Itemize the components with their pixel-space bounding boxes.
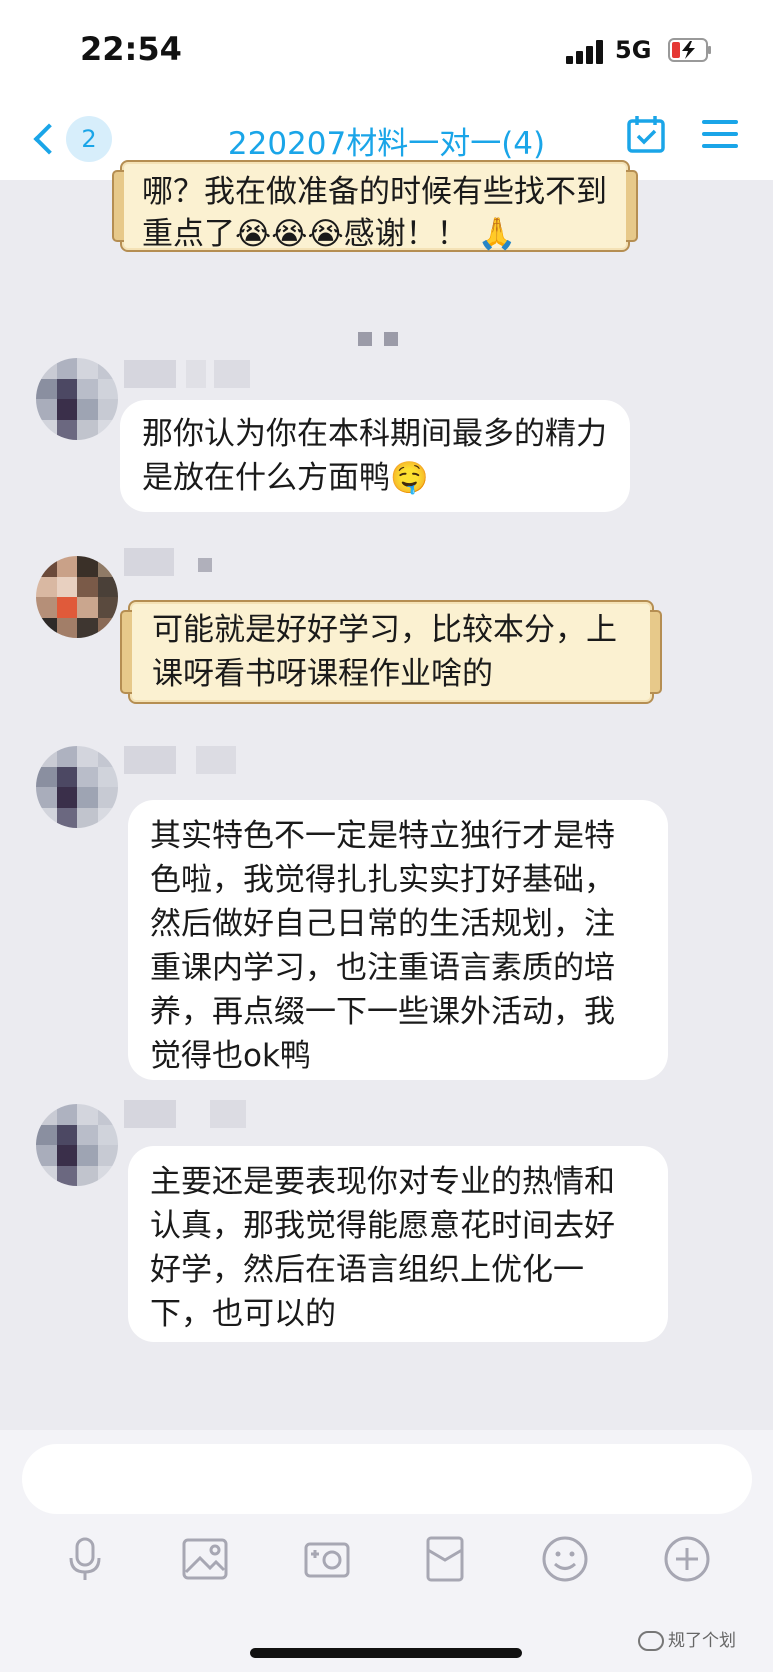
status-time: 22:54 bbox=[80, 30, 182, 68]
message-bubble[interactable]: 主要还是要表现你对专业的热情和 认真，那我觉得能愿意花时间去好 好学，然后在语言… bbox=[128, 1146, 668, 1342]
message-line: 哪？我在做准备的时候有些找不到 bbox=[142, 174, 607, 210]
message-line: 觉得也ok鸭 bbox=[150, 1038, 311, 1074]
message-bubble[interactable]: 可能就是好好学习，比较本分，上 课呀看书呀课程作业啥的 bbox=[120, 600, 662, 704]
message-line: 重课内学习，也注重语言素质的培 bbox=[150, 950, 615, 986]
sender-name bbox=[124, 548, 224, 576]
avatar[interactable] bbox=[36, 358, 118, 440]
microphone-icon[interactable] bbox=[60, 1534, 110, 1584]
wechat-icon bbox=[638, 1631, 664, 1651]
message-line: 其实特色不一定是特立独行才是特 bbox=[150, 818, 615, 854]
loading-indicator bbox=[358, 332, 408, 348]
sender-name bbox=[124, 360, 254, 388]
home-indicator[interactable] bbox=[250, 1648, 522, 1658]
avatar[interactable] bbox=[36, 556, 118, 638]
red-envelope-icon[interactable] bbox=[420, 1534, 470, 1584]
calendar-check-icon[interactable] bbox=[626, 114, 666, 154]
message-line: 认真，那我觉得能愿意花时间去好 bbox=[150, 1208, 615, 1244]
watermark: 规了个划 bbox=[638, 1626, 736, 1651]
message-bubble[interactable]: 那你认为你在本科期间最多的精力 是放在什么方面鸭🤤 bbox=[120, 400, 630, 512]
message-bubble[interactable]: 哪？我在做准备的时候有些找不到 重点了😭😭😭感谢！！ 🙏 bbox=[112, 160, 638, 252]
camera-icon[interactable] bbox=[302, 1534, 352, 1584]
signal-icon bbox=[566, 40, 606, 64]
sender-name bbox=[124, 1100, 254, 1128]
network-type: 5G bbox=[615, 36, 652, 64]
chat-title[interactable]: 220207材料一对一(4) bbox=[180, 118, 593, 163]
back-button[interactable]: 2 bbox=[32, 114, 112, 164]
avatar[interactable] bbox=[36, 1104, 118, 1186]
message-line: 那你认为你在本科期间最多的精力 bbox=[142, 416, 607, 452]
input-area: 规了个划 bbox=[0, 1430, 773, 1672]
image-icon[interactable] bbox=[180, 1534, 230, 1584]
message-bubble[interactable]: 其实特色不一定是特立独行才是特 色啦，我觉得扎扎实实打好基础， 然后做好自己日常… bbox=[128, 800, 668, 1080]
message-line: 好学，然后在语言组织上优化一 bbox=[150, 1252, 584, 1288]
message-line: 重点了😭😭😭感谢！！ 🙏 bbox=[142, 216, 517, 252]
message-line: 主要还是要表现你对专业的热情和 bbox=[150, 1164, 615, 1200]
sender-name bbox=[124, 746, 254, 774]
message-line: 可能就是好好学习，比较本分，上 bbox=[152, 612, 617, 648]
message-line: 养，再点缀一下一些课外活动，我 bbox=[150, 994, 615, 1030]
message-line: 是放在什么方面鸭🤤 bbox=[142, 460, 429, 496]
emoji-icon[interactable] bbox=[540, 1534, 590, 1584]
message-line: 下，也可以的 bbox=[150, 1296, 336, 1332]
message-line: 课呀看书呀课程作业啥的 bbox=[152, 656, 493, 692]
menu-icon[interactable] bbox=[700, 116, 740, 152]
message-input[interactable] bbox=[22, 1444, 752, 1514]
avatar[interactable] bbox=[36, 746, 118, 828]
message-line: 色啦，我觉得扎扎实实打好基础， bbox=[150, 862, 615, 898]
message-line: 然后做好自己日常的生活规划，注 bbox=[150, 906, 615, 942]
plus-icon[interactable] bbox=[662, 1534, 712, 1584]
status-bar: 22:54 5G bbox=[0, 0, 773, 100]
battery-icon bbox=[668, 38, 711, 62]
chevron-left-icon bbox=[33, 123, 65, 155]
message-list[interactable]: 哪？我在做准备的时候有些找不到 重点了😭😭😭感谢！！ 🙏 那你认为你在本科期间最… bbox=[0, 160, 773, 1430]
unread-count-badge: 2 bbox=[66, 116, 112, 162]
